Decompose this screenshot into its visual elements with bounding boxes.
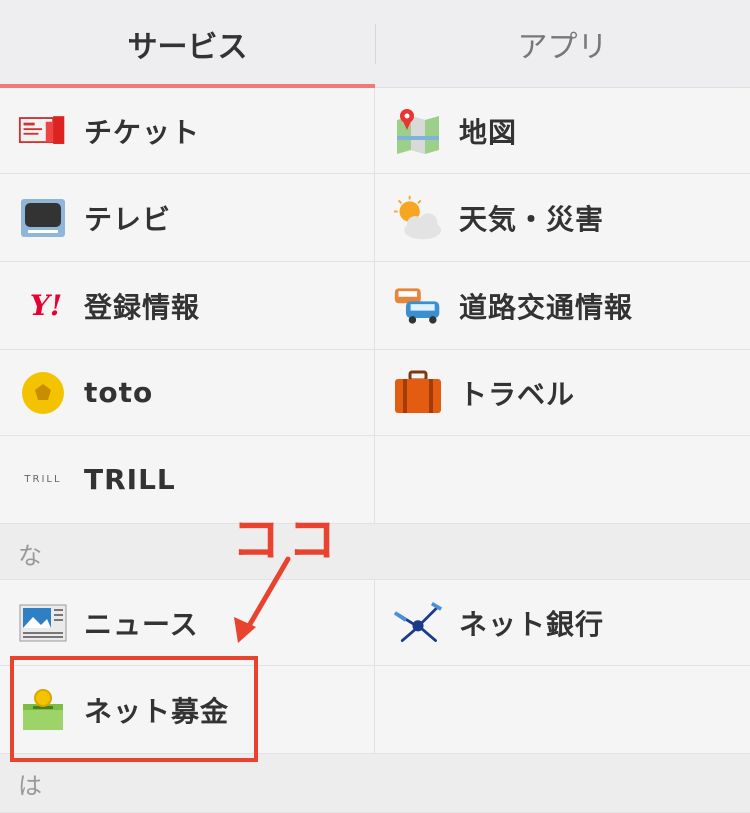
service-label: 地図 (459, 115, 518, 149)
ticket-icon (18, 106, 68, 156)
tab-bar: サービス アプリ (0, 0, 750, 89)
tab-services[interactable]: サービス (0, 0, 375, 89)
service-label: トラベル (459, 377, 576, 411)
yahoo-logo-icon: Y! (29, 289, 63, 322)
service-row: ニュース ネット銀行 (0, 580, 750, 666)
weather-icon (393, 193, 443, 243)
service-item-travel[interactable]: トラベル (375, 350, 750, 435)
service-item-tv[interactable]: テレビ (0, 174, 375, 261)
service-item-traffic[interactable]: 道路交通情報 (375, 262, 750, 349)
tab-apps[interactable]: アプリ (375, 0, 750, 88)
section-header-na: な (0, 524, 750, 580)
service-item-weather[interactable]: 天気・災害 (375, 174, 750, 261)
service-item-map[interactable]: 地図 (375, 88, 750, 173)
service-item-ticket[interactable]: チケット (0, 88, 375, 173)
map-icon (393, 106, 443, 156)
satellite-icon (393, 598, 443, 648)
service-label: toto (84, 376, 154, 409)
service-row: テレビ 天気・災害 (0, 174, 750, 262)
tab-services-label: サービス (127, 30, 248, 65)
tab-apps-label: アプリ (517, 30, 608, 65)
empty-cell (375, 436, 750, 523)
section-label: な (18, 542, 42, 570)
trill-logo-icon: TRILL (24, 474, 62, 485)
service-label: テレビ (84, 202, 172, 236)
traffic-cars-icon (393, 281, 443, 331)
service-label: ネット銀行 (459, 607, 605, 641)
service-row: TRILL TRILL (0, 436, 750, 524)
service-item-toto[interactable]: toto (0, 350, 375, 435)
section-header-ha: は (0, 754, 750, 813)
section-label: は (18, 772, 42, 800)
tv-icon (18, 193, 68, 243)
service-label: 登録情報 (84, 290, 201, 324)
annotation-highlight-box (10, 656, 258, 762)
suitcase-icon (393, 368, 443, 418)
service-item-net-bank[interactable]: ネット銀行 (375, 580, 750, 665)
empty-cell (375, 666, 750, 753)
tab-divider (375, 24, 376, 64)
service-label: 道路交通情報 (459, 290, 634, 324)
service-label: 天気・災害 (459, 202, 605, 236)
service-row: toto トラベル (0, 350, 750, 436)
service-label: TRILL (84, 463, 176, 496)
service-label: チケット (84, 115, 201, 149)
annotation-arrow-icon (234, 556, 291, 643)
service-item-news[interactable]: ニュース (0, 580, 375, 665)
soccer-ball-icon (18, 368, 68, 418)
service-row: チケット 地図 (0, 88, 750, 174)
service-row: Y! 登録情報 道路交通情報 (0, 262, 750, 350)
service-item-registration[interactable]: Y! 登録情報 (0, 262, 375, 349)
service-label: ニュース (84, 607, 199, 641)
news-icon (18, 598, 68, 648)
